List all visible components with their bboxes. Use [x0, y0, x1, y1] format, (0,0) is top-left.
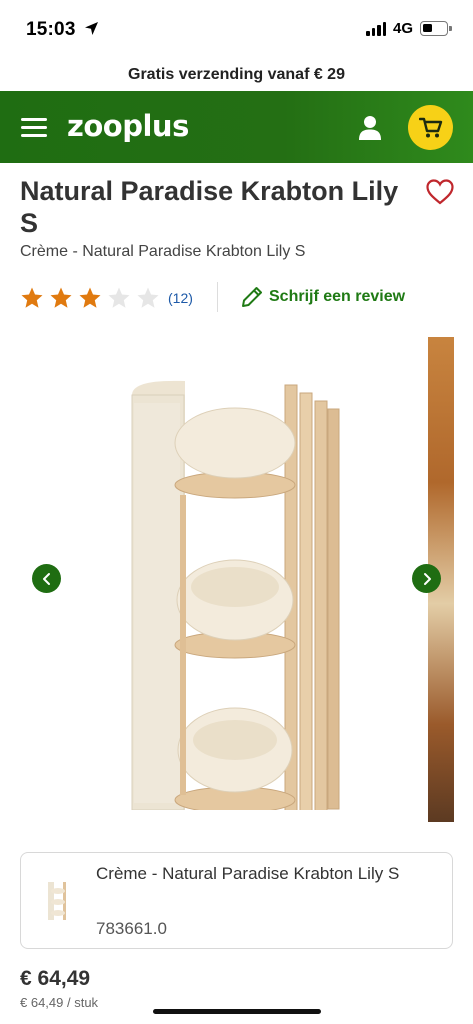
- zooplus-logo[interactable]: zooplus: [67, 109, 189, 143]
- status-bar: 15:03 4G: [0, 0, 473, 60]
- divider: [217, 282, 218, 312]
- user-icon[interactable]: [358, 115, 382, 141]
- hamburger-icon[interactable]: [21, 118, 47, 137]
- product-image: [131, 380, 340, 810]
- chevron-right-icon: [423, 572, 431, 585]
- variant-name: Crème - Natural Paradise Krabton Lily S: [96, 864, 400, 883]
- star-rating: [20, 286, 160, 310]
- home-indicator[interactable]: [153, 1009, 321, 1014]
- site-header: zooplus: [0, 91, 473, 163]
- location-arrow-icon: [85, 22, 98, 35]
- cart-icon: [418, 117, 442, 137]
- star-filled-icon: [21, 287, 43, 308]
- star-empty-icon: [137, 287, 159, 308]
- heart-icon[interactable]: [426, 179, 454, 205]
- carousel-next-button[interactable]: [412, 564, 441, 593]
- unit-price: € 64,49 / stuk: [20, 995, 99, 1010]
- image-carousel[interactable]: [0, 335, 473, 825]
- price: € 64,49: [20, 967, 91, 990]
- status-time: 15:03: [26, 19, 76, 40]
- product-title: Natural Paradise Krabton Lily S: [20, 176, 399, 238]
- chevron-left-icon: [42, 572, 50, 585]
- write-review-label: Schrijf een review: [269, 288, 406, 305]
- variant-card[interactable]: Crème - Natural Paradise Krabton Lily S …: [20, 852, 453, 949]
- battery-icon: [420, 21, 452, 36]
- star-empty-icon: [108, 287, 130, 308]
- promo-banner[interactable]: Gratis verzending vanaf € 29: [0, 62, 473, 88]
- product-subtitle: Crème - Natural Paradise Krabton Lily S: [20, 243, 306, 260]
- signal-icon: [366, 22, 386, 36]
- review-count[interactable]: (12): [168, 290, 193, 306]
- star-filled-icon: [79, 287, 101, 308]
- write-review-link[interactable]: Schrijf een review: [240, 285, 405, 309]
- variant-thumbnail: [48, 882, 66, 920]
- variant-code: 783661.0: [96, 919, 167, 938]
- cart-button[interactable]: [408, 105, 453, 150]
- carousel-prev-button[interactable]: [32, 564, 61, 593]
- pencil-icon: [242, 287, 262, 307]
- network-label: 4G: [393, 20, 414, 37]
- rating-row[interactable]: (12): [20, 284, 193, 312]
- star-filled-icon: [50, 287, 72, 308]
